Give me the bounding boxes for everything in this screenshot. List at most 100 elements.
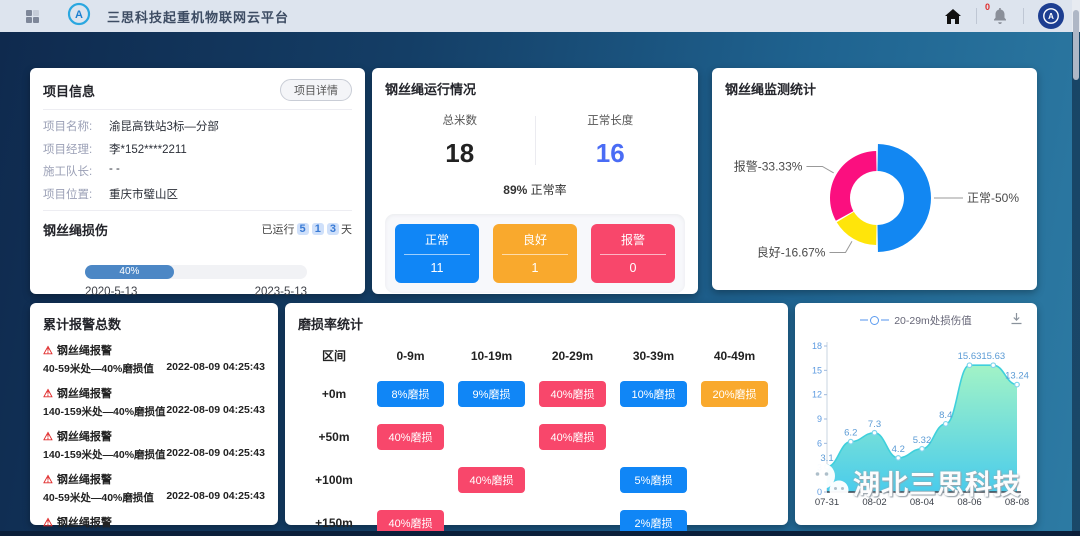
damage-progress-label: 40% — [119, 266, 139, 277]
status-tile-良好[interactable]: 良好 1 — [493, 224, 577, 283]
alarm-item: ⚠ 钢丝绳报警 140-159米处—40%磨损值 2022-08-09 04:2… — [43, 385, 265, 419]
damage-area-chart: 03691215183.16.27.34.25.328.415.6315.631… — [803, 330, 1029, 510]
alarm-total-card: 累计报警总数 ⚠ 钢丝绳报警 40-59米处—40%磨损值 2022-08-09… — [30, 303, 278, 525]
alarm-warning-icon: ⚠ — [43, 516, 53, 529]
wear-col-header: 0-9m — [370, 349, 451, 363]
dashboard: A 三思科技起重机物联网云平台 0 A 项目信息 — [0, 0, 1080, 536]
header-separator — [1023, 8, 1024, 24]
svg-text:15.63: 15.63 — [958, 351, 982, 362]
svg-text:4.2: 4.2 — [892, 444, 905, 455]
svg-text:15: 15 — [812, 365, 822, 375]
svg-text:3: 3 — [817, 463, 822, 473]
wear-badge: 40%磨损 — [458, 467, 524, 493]
user-avatar[interactable]: A — [1038, 3, 1064, 29]
alarm-item: ⚠ 钢丝绳报警 140-159米处—40%磨损值 2022-08-09 04:2… — [43, 428, 265, 462]
donut-label: 正常-50% — [967, 191, 1019, 205]
monitor-card-title: 钢丝绳监测统计 — [725, 79, 1024, 98]
svg-text:3.1: 3.1 — [820, 453, 833, 464]
wear-badge: 10%磨损 — [620, 381, 686, 407]
svg-text:6: 6 — [817, 438, 822, 448]
svg-text:A: A — [75, 9, 83, 21]
wear-row-label: +150m — [298, 516, 370, 530]
wear-rate-card: 磨损率统计 区间0-9m10-19m20-29m30-39m40-49m+0m8… — [285, 303, 788, 525]
damage-progress-fill: 40% — [85, 265, 174, 279]
alarm-item: ⚠ 钢丝绳报警 40-59米处—40%磨损值 2022-08-09 04:25:… — [43, 342, 265, 376]
download-icon[interactable] — [1010, 312, 1023, 330]
wear-col-header: 30-39m — [613, 349, 694, 363]
alarm-warning-icon: ⚠ — [43, 344, 53, 357]
wear-col-header: 40-49m — [694, 349, 775, 363]
alarm-list: ⚠ 钢丝绳报警 40-59米处—40%磨损值 2022-08-09 04:25:… — [43, 342, 265, 536]
runtime-digit: 3 — [327, 223, 339, 235]
svg-text:9: 9 — [817, 414, 822, 424]
wear-col-header: 20-29m — [532, 349, 613, 363]
rope-running-card: 钢丝绳运行情况 总米数 18 正常长度 16 89% 正常率 正常 11 良好 … — [372, 68, 698, 294]
runtime-digit: 5 — [297, 223, 309, 235]
project-field: 施工队长: - - — [43, 163, 352, 179]
damage-start-date: 2020-5-13 — [85, 286, 137, 298]
svg-text:0: 0 — [817, 487, 822, 497]
svg-text:08-06: 08-06 — [957, 497, 981, 508]
alarm-warning-icon: ⚠ — [43, 473, 53, 486]
project-field: 项目经理: 李*152****2211 — [43, 141, 352, 157]
runtime-days: 已运行 5 1 3 天 — [262, 221, 353, 237]
wear-col-header: 区间 — [298, 347, 370, 364]
damage-trend-card: 20-29m处损伤值 03691215183.16.27.34.25.328.4… — [795, 303, 1037, 525]
svg-text:6.2: 6.2 — [844, 428, 857, 439]
chart-legend-item[interactable]: 20-29m处损伤值 — [860, 313, 972, 328]
alarm-warning-icon: ⚠ — [43, 430, 53, 443]
svg-text:08-08: 08-08 — [1005, 497, 1029, 508]
scrollbar-thumb[interactable] — [1073, 10, 1079, 80]
project-detail-button[interactable]: 项目详情 — [280, 79, 352, 101]
wear-row-label: +100m — [298, 473, 370, 487]
runtime-digit: 1 — [312, 223, 324, 235]
project-info-card: 项目信息 项目详情 项目名称: 渝昆高铁站3标—分部 项目经理: 李*152**… — [30, 68, 365, 294]
legend-line — [881, 319, 889, 321]
project-field: 项目名称: 渝昆高铁站3标—分部 — [43, 118, 352, 134]
wear-badge: 5%磨损 — [620, 467, 686, 493]
alarm-card-title: 累计报警总数 — [43, 314, 265, 333]
wear-badge: 9%磨损 — [458, 381, 524, 407]
damage-end-date: 2023-5-13 — [255, 286, 307, 298]
project-card-title: 项目信息 — [43, 81, 95, 100]
runtime-digit-chips: 5 1 3 — [297, 222, 340, 237]
svg-text:08-02: 08-02 — [862, 497, 886, 508]
svg-text:A: A — [1048, 12, 1054, 21]
apps-grid-icon[interactable] — [26, 10, 39, 23]
wear-badge: 40%磨损 — [377, 424, 443, 450]
stat-normal-length: 正常长度 16 — [536, 112, 686, 169]
damage-progress-track: 40% — [85, 265, 307, 279]
rope-monitor-card: 钢丝绳监测统计 正常-50%良好-16.67%报警-33.33% — [712, 68, 1037, 290]
donut-slice-报警 — [830, 151, 877, 221]
project-fields: 项目名称: 渝昆高铁站3标—分部 项目经理: 李*152****2211 施工队… — [43, 118, 352, 202]
svg-text:5.32: 5.32 — [913, 435, 932, 446]
home-button[interactable] — [930, 9, 976, 24]
scrollbar[interactable] — [1072, 0, 1080, 536]
brand-logo-icon: A — [67, 2, 91, 31]
svg-text:12: 12 — [812, 390, 822, 400]
wear-card-title: 磨损率统计 — [298, 314, 775, 333]
status-tile-正常[interactable]: 正常 11 — [395, 224, 479, 283]
wear-rate-table: 区间0-9m10-19m20-29m30-39m40-49m+0m8%磨损9%磨… — [298, 347, 775, 536]
stat-total-meters: 总米数 18 — [385, 112, 535, 169]
monitor-donut-chart: 正常-50%良好-16.67%报警-33.33% — [725, 98, 1024, 294]
legend-line — [860, 319, 868, 321]
wear-row-label: +0m — [298, 387, 370, 401]
status-tiles: 正常 11 良好 1 报警 0 — [385, 214, 685, 293]
svg-text:13.24: 13.24 — [1005, 371, 1029, 382]
notifications-button[interactable]: 0 — [977, 8, 1023, 24]
header-actions: 0 A — [930, 3, 1064, 29]
donut-label: 报警-33.33% — [734, 158, 803, 173]
divider — [43, 109, 352, 110]
project-field: 项目位置: 重庆市璧山区 — [43, 186, 352, 202]
wear-badge: 20%磨损 — [701, 381, 767, 407]
app-title: 三思科技起重机物联网云平台 — [107, 7, 289, 26]
notification-badge: 0 — [985, 2, 990, 12]
status-tile-报警[interactable]: 报警 0 — [591, 224, 675, 283]
alarm-item: ⚠ 钢丝绳报警 40-59米处—40%磨损值 2022-08-09 04:25:… — [43, 471, 265, 505]
svg-text:7.3: 7.3 — [868, 419, 881, 430]
running-card-title: 钢丝绳运行情况 — [385, 79, 685, 98]
donut-slice-正常 — [877, 144, 931, 252]
wear-badge: 40%磨损 — [539, 381, 605, 407]
footer-strip — [0, 531, 1080, 536]
